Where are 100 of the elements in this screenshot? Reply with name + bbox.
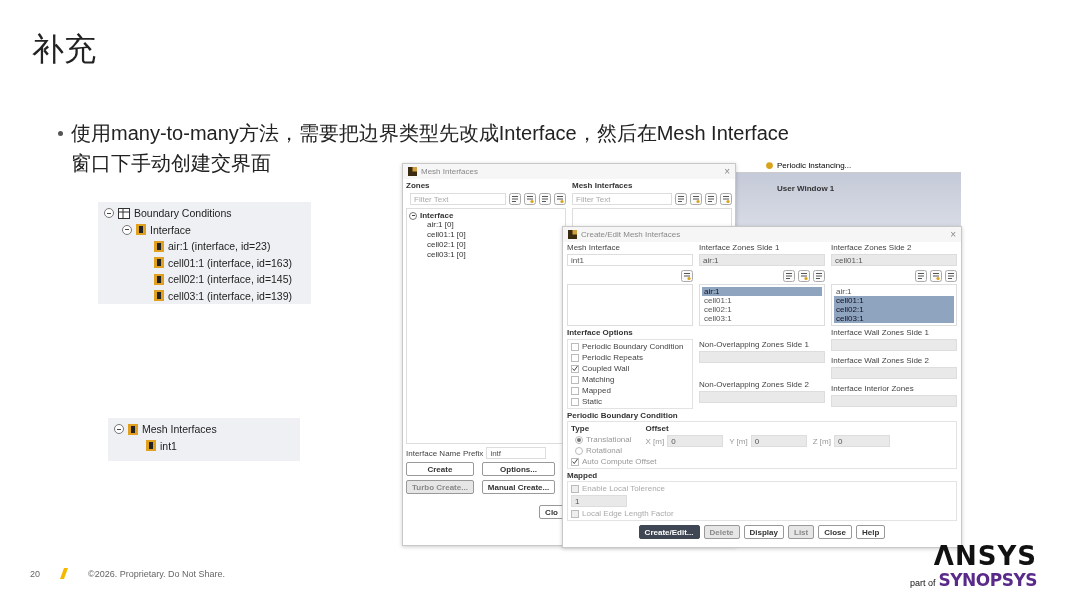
checkbox[interactable]: [571, 457, 579, 466]
tree-item[interactable]: cell03:1 (interface, id=139): [168, 289, 293, 302]
list-item[interactable]: air:1: [702, 287, 822, 296]
dialog-button[interactable]: Create/Edit...: [638, 525, 700, 539]
checkbox[interactable]: [571, 353, 579, 362]
field-label: Y [m]: [729, 436, 748, 446]
list-tool-button[interactable]: [524, 193, 536, 205]
tree-item[interactable]: Interface: [150, 223, 191, 236]
window-title: Mesh Interfaces: [421, 167, 479, 176]
checkbox[interactable]: [571, 484, 579, 493]
list-item[interactable]: air:1: [834, 287, 954, 296]
list-tool-button[interactable]: [509, 193, 521, 205]
text-field[interactable]: air:1: [699, 254, 825, 266]
radio-label: Translational: [586, 435, 632, 444]
number-field[interactable]: 0: [833, 435, 890, 447]
text-field[interactable]: [831, 395, 957, 407]
text-field[interactable]: [831, 339, 957, 351]
page-number: 20: [30, 568, 40, 579]
list-tool-button[interactable]: [930, 270, 942, 282]
list-tool-button[interactable]: [720, 193, 732, 205]
table-icon: [118, 207, 130, 219]
collapse-toggle[interactable]: [409, 211, 417, 220]
dialog-button[interactable]: Close: [818, 525, 853, 539]
list-tool-button[interactable]: [554, 193, 566, 205]
section-label: Mesh Interfaces: [572, 181, 634, 190]
text-field[interactable]: [699, 391, 825, 403]
checkbox[interactable]: [571, 386, 579, 395]
tree-item[interactable]: Interface: [420, 211, 454, 220]
text-field[interactable]: cell01:1: [831, 254, 957, 266]
number-field[interactable]: 1: [571, 495, 627, 507]
zone-icon: [136, 224, 146, 236]
field-label: Interface Interior Zones: [831, 384, 915, 393]
tree-item[interactable]: int1: [160, 439, 177, 452]
list-tool-button[interactable]: [681, 270, 693, 282]
app-icon: [568, 230, 577, 239]
list-tool-button[interactable]: [915, 270, 927, 282]
dialog-button[interactable]: Display: [743, 525, 784, 539]
tree-item[interactable]: air:1 [0]: [409, 220, 563, 230]
checkbox[interactable]: [571, 342, 579, 351]
dialog-button[interactable]: Options...: [481, 462, 556, 476]
checkbox-label: Matching: [582, 375, 615, 384]
text-field[interactable]: [831, 367, 957, 379]
view-title: User Window 1: [777, 184, 835, 193]
checkbox-label: Periodic Boundary Condition: [582, 342, 684, 351]
tree-item[interactable]: cell02:1 (interface, id=145): [168, 273, 293, 286]
bullet-text: 窗口下手动创建交界面: [71, 151, 271, 176]
tree-item[interactable]: Mesh Interfaces: [142, 423, 217, 436]
text-field[interactable]: int1: [567, 254, 693, 266]
section-label: Zones: [406, 181, 431, 190]
list-tool-button[interactable]: [675, 193, 687, 205]
tree-item[interactable]: air:1 (interface, id=23): [168, 240, 271, 253]
list-item[interactable]: cell02:1: [702, 305, 822, 314]
field-label: Interface Zones Side 2: [831, 243, 913, 252]
toolbar-item[interactable]: Periodic Instancing...: [777, 160, 852, 170]
list-tool-button[interactable]: [813, 270, 825, 282]
tree-item[interactable]: cell02:1 [0]: [409, 240, 563, 250]
collapse-toggle[interactable]: [114, 424, 124, 435]
tree-item[interactable]: cell03:1 [0]: [409, 250, 563, 260]
list-tool-button[interactable]: [783, 270, 795, 282]
group-label: Type: [571, 424, 591, 433]
checkbox-label: Mapped: [582, 386, 611, 395]
list-tool-button[interactable]: [945, 270, 957, 282]
text-field[interactable]: [699, 351, 825, 363]
zone-icon: [154, 257, 164, 269]
number-field[interactable]: 0: [667, 435, 724, 447]
cut-off-button[interactable]: Clo: [539, 505, 564, 519]
dialog-button[interactable]: Create: [406, 462, 474, 476]
list-tool-button[interactable]: [705, 193, 717, 205]
tree-item[interactable]: Boundary Conditions: [134, 207, 232, 220]
checkbox-label: Enable Local Tolerence: [582, 484, 666, 493]
close-icon[interactable]: ×: [950, 229, 956, 240]
dialog-button[interactable]: Manual Create...: [481, 480, 556, 494]
tree-item[interactable]: cell01:1 (interface, id=163): [168, 256, 293, 269]
list-item[interactable]: cell03:1: [834, 314, 954, 323]
collapse-toggle[interactable]: [104, 208, 114, 219]
list-item[interactable]: cell03:1: [702, 314, 822, 323]
zone-icon: [154, 273, 164, 285]
tree-item[interactable]: cell01:1 [0]: [409, 230, 563, 240]
checkbox[interactable]: [571, 397, 579, 406]
list-item[interactable]: cell01:1: [702, 296, 822, 305]
checkbox[interactable]: [571, 509, 579, 518]
close-icon[interactable]: ×: [724, 166, 730, 177]
list-tool-button[interactable]: [798, 270, 810, 282]
field-label: Interface Zones Side 1: [699, 243, 781, 252]
list-item[interactable]: cell01:1: [834, 296, 954, 305]
field-label: Non-Overlapping Zones Side 2: [699, 380, 810, 389]
field-label: Z [m]: [812, 436, 831, 446]
logo-caption: part of: [910, 578, 936, 588]
dialog-button[interactable]: Help: [856, 525, 886, 539]
list-tool-button[interactable]: [539, 193, 551, 205]
list-item[interactable]: cell02:1: [834, 305, 954, 314]
window-title: Create/Edit Mesh Interfaces: [581, 230, 682, 239]
checkbox-label: Local Edge Length Factor: [582, 509, 674, 518]
prefix-field[interactable]: intf: [486, 447, 547, 459]
list-tool-button[interactable]: [690, 193, 702, 205]
number-field[interactable]: 0: [750, 435, 807, 447]
collapse-toggle[interactable]: [122, 224, 132, 235]
checkbox[interactable]: [571, 375, 579, 384]
checkbox[interactable]: [571, 364, 579, 373]
field-label: X [m]: [645, 436, 665, 446]
